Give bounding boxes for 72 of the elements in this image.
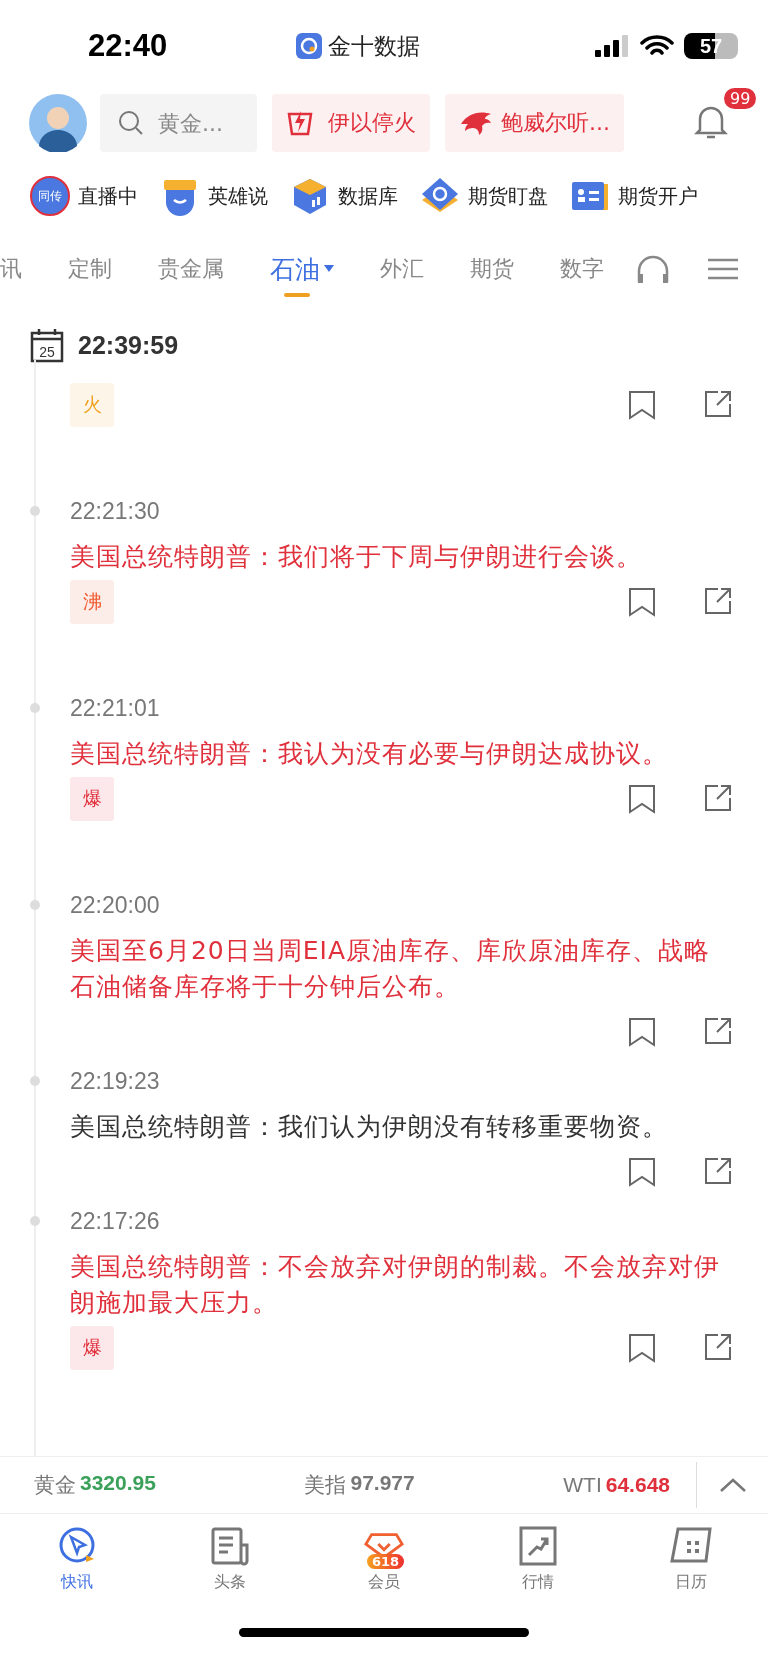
heat-tag: 火 <box>70 383 114 427</box>
tab[interactable]: 石油 <box>270 241 334 297</box>
wifi-icon <box>640 34 674 58</box>
share-icon[interactable] <box>704 1017 732 1045</box>
tab[interactable]: 贵金属 <box>158 241 224 297</box>
tab[interactable]: 定制 <box>68 241 112 297</box>
home-indicator[interactable] <box>239 1627 529 1637</box>
bookmark-icon[interactable] <box>628 390 656 420</box>
news-text[interactable]: 美国至6月20日当周EIA原油库存、库欣原油库存、战略石油储备库存将于十分钟后公布。 <box>70 933 730 1005</box>
news-text[interactable]: 美国总统特朗普：我认为没有必要与伊朗达成协议。 <box>70 736 730 772</box>
shortcut-item[interactable]: 数据库 <box>290 176 398 216</box>
shortcut-item[interactable]: 英雄说 <box>160 176 268 216</box>
ticker-value: 97.977 <box>350 1471 415 1496</box>
bookmark-icon[interactable] <box>628 587 656 617</box>
clock: 22:40 <box>88 28 169 64</box>
nav-tab[interactable]: 头条 <box>153 1514 308 1602</box>
headphones-icon[interactable] <box>636 254 670 284</box>
timeline-dot <box>30 1216 40 1226</box>
shortcut-item[interactable]: 期货开户 <box>570 176 698 216</box>
ticker-name: WTI <box>563 1473 602 1497</box>
news-text[interactable]: 美国总统特朗普：不会放弃对伊朗的制裁。不会放弃对伊朗施加最大压力。 <box>70 1249 730 1321</box>
share-icon[interactable] <box>704 587 732 615</box>
share-icon[interactable] <box>704 1157 732 1185</box>
app-icon <box>296 33 322 59</box>
tab[interactable]: 讯 <box>0 241 22 297</box>
nav-tab[interactable]: 快讯 <box>0 1514 154 1602</box>
ticker-value: 64.648 <box>605 1473 670 1497</box>
bookmark-icon[interactable] <box>628 1333 656 1363</box>
bookmark-icon[interactable] <box>628 784 656 814</box>
shortcut-item[interactable]: 期货盯盘 <box>420 176 548 216</box>
bookmark-icon[interactable] <box>628 1157 656 1187</box>
avatar <box>29 94 87 152</box>
signal-icon <box>594 34 630 58</box>
share-icon[interactable] <box>704 390 732 418</box>
topic-button[interactable]: 鲍威尔听... <box>445 94 624 152</box>
search-field[interactable]: 黄金... <box>100 94 257 152</box>
ticker-name: 黄金 <box>34 1472 76 1498</box>
menu-icon[interactable] <box>708 258 738 280</box>
timeline-dot <box>30 900 40 910</box>
timeline-dot <box>30 1076 40 1086</box>
timestamp: 22:21:01 <box>70 693 161 723</box>
app-name: 金十数据 <box>328 31 420 61</box>
nav-tab[interactable]: 行情 <box>460 1514 615 1602</box>
timeline-dot <box>30 506 40 516</box>
chevron-up-icon <box>718 1477 747 1493</box>
timestamp: 22:17:26 <box>70 1206 161 1236</box>
shortcut-item[interactable]: 同传 直播中 <box>30 176 138 216</box>
notification-badge: 99 <box>724 88 757 109</box>
share-icon[interactable] <box>704 784 732 812</box>
timeline-dot <box>30 703 40 713</box>
topic-button[interactable]: 伊以停火 <box>272 94 430 152</box>
nav-tab[interactable]: 日历 <box>614 1514 768 1602</box>
share-icon[interactable] <box>704 1333 732 1361</box>
heat-tag: 爆 <box>70 777 114 821</box>
bookmark-icon[interactable] <box>628 1017 656 1047</box>
newspaper-icon <box>209 1525 252 1567</box>
tab[interactable]: 期货 <box>470 241 514 297</box>
live-badge: 同传 <box>30 176 70 216</box>
news-text[interactable]: 美国总统特朗普：我们认为伊朗没有转移重要物资。 <box>70 1109 730 1145</box>
nav-tab[interactable]: 618 会员 <box>307 1514 461 1602</box>
timestamp: 22:21:30 <box>70 496 161 526</box>
ticker-name: 美指 <box>304 1472 347 1498</box>
tab[interactable]: 数字 <box>560 241 604 297</box>
ticker-value: 3320.95 <box>80 1471 156 1496</box>
timestamp: 22:20:00 <box>70 890 161 920</box>
heat-tag: 爆 <box>70 1326 114 1370</box>
heat-tag: 沸 <box>70 580 114 624</box>
promo-badge: 618 <box>367 1554 405 1569</box>
news-text[interactable]: 美国总统特朗普：我们将于下周与伊朗进行会谈。 <box>70 539 730 575</box>
tab[interactable]: 外汇 <box>380 241 424 297</box>
timestamp: 22:39:59 <box>78 330 179 360</box>
timestamp: 22:19:23 <box>70 1066 161 1096</box>
